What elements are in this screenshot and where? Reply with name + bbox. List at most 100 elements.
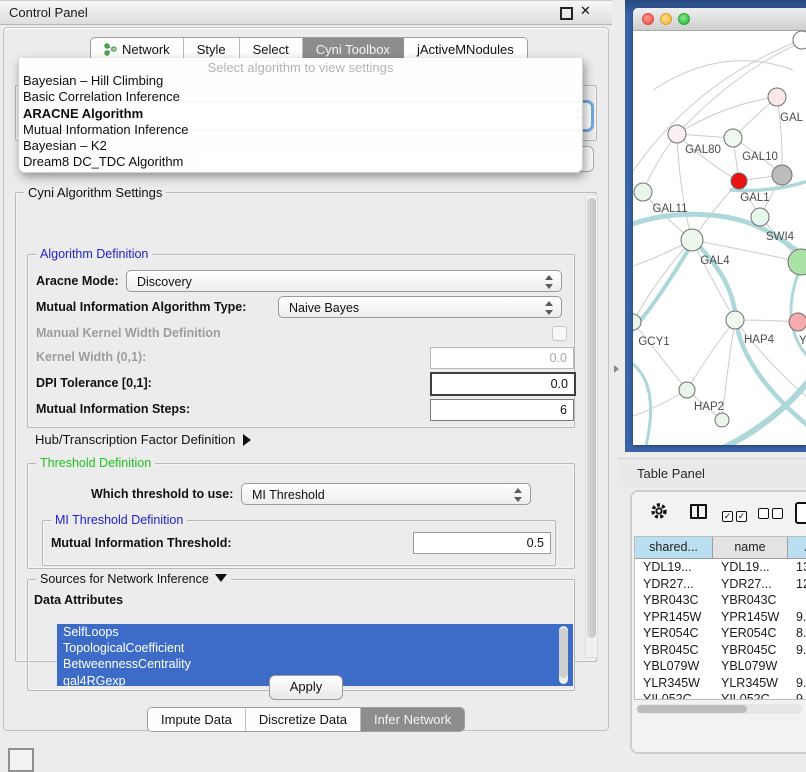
network-edge-highlighted[interactable] bbox=[633, 360, 651, 445]
manual-kernel-checkbox[interactable] bbox=[552, 326, 567, 341]
algorithm-option[interactable]: Bayesian – K2 bbox=[22, 138, 578, 154]
settings-scrollbar[interactable] bbox=[585, 194, 598, 658]
network-edge-highlighted[interactable] bbox=[633, 242, 693, 336]
mac-minimize-icon[interactable] bbox=[660, 13, 672, 25]
tab-label: Cyni Toolbox bbox=[316, 42, 390, 57]
mi-type-combobox[interactable]: Naive Bayes bbox=[278, 296, 562, 318]
table-cell: 9 bbox=[788, 691, 806, 700]
attributes-scrollbar-thumb[interactable] bbox=[559, 628, 568, 678]
mi-steps-field[interactable]: 6 bbox=[430, 399, 574, 421]
table-hscrollbar[interactable] bbox=[636, 704, 802, 714]
network-node-label: SWI4 bbox=[766, 231, 795, 243]
network-node[interactable] bbox=[788, 249, 806, 275]
aracne-mode-combobox[interactable]: Discovery bbox=[126, 270, 562, 292]
network-node-gal[interactable] bbox=[768, 88, 786, 106]
tab-discretize-data[interactable]: Discretize Data bbox=[246, 708, 361, 731]
minimized-panel-icon[interactable] bbox=[8, 748, 34, 772]
unselect-all-columns-icon[interactable] bbox=[758, 506, 786, 524]
network-node-swi4[interactable] bbox=[751, 208, 769, 226]
attribute-list-item[interactable]: BetweennessCentrality bbox=[57, 656, 573, 672]
algorithm-option[interactable]: Dream8 DC_TDC Algorithm bbox=[22, 154, 578, 170]
network-window-titlebar[interactable] bbox=[633, 8, 806, 31]
panel-divider-handle[interactable] bbox=[614, 365, 619, 373]
network-edge[interactable] bbox=[677, 97, 777, 134]
column-header[interactable]: A bbox=[788, 537, 806, 559]
apply-button[interactable]: Apply bbox=[269, 675, 343, 700]
network-node-hap4[interactable] bbox=[726, 311, 744, 329]
network-edge[interactable] bbox=[633, 390, 687, 418]
network-edge[interactable] bbox=[653, 61, 793, 90]
network-edge[interactable] bbox=[687, 320, 735, 390]
algorithm-option[interactable]: Basic Correlation Inference bbox=[22, 89, 578, 105]
attributes-scrollbar[interactable] bbox=[559, 626, 568, 684]
network-edge[interactable] bbox=[633, 322, 687, 390]
mi-threshold-definition-group: MI Threshold Definition Mutual Informati… bbox=[42, 520, 556, 566]
hub-definition-expander[interactable]: Hub/Transcription Factor Definition bbox=[35, 432, 251, 447]
mac-zoom-icon[interactable] bbox=[678, 13, 690, 25]
network-node-hap2[interactable] bbox=[679, 382, 695, 398]
mi-threshold-field[interactable]: 0.5 bbox=[413, 532, 551, 554]
network-view-frame: GALGAL80GAL10GAL1GAL11SWI4GAL4GCY1HAP4YH… bbox=[625, 0, 806, 452]
table-row[interactable]: YBL079WYBL079W bbox=[635, 658, 806, 675]
bottom-tabbar: Impute Data Discretize Data Infer Networ… bbox=[147, 707, 465, 732]
table-row[interactable]: YIL052CYIL052C9 bbox=[635, 691, 806, 700]
network-node-gal4[interactable] bbox=[681, 229, 703, 251]
column-header[interactable]: shared... bbox=[635, 537, 713, 559]
tab-jactivemnodules[interactable]: jActiveMNodules bbox=[404, 38, 527, 60]
network-node-y[interactable] bbox=[789, 313, 806, 331]
network-node-gal11[interactable] bbox=[634, 183, 652, 201]
table-row[interactable]: YDR27...YDR27...12 bbox=[635, 576, 806, 593]
dpi-tolerance-field[interactable]: 0.0 bbox=[430, 372, 576, 396]
tab-cyni-toolbox[interactable]: Cyni Toolbox bbox=[303, 38, 404, 60]
close-icon[interactable]: ✕ bbox=[580, 3, 591, 19]
select-all-columns-icon[interactable]: ✓✓ bbox=[722, 506, 750, 524]
tab-network[interactable]: Network bbox=[91, 38, 184, 60]
network-node[interactable] bbox=[715, 413, 729, 427]
cyni-algorithm-settings-group: Cyni Algorithm Settings Algorithm Defini… bbox=[15, 192, 597, 662]
network-node-gcy1[interactable] bbox=[633, 314, 641, 330]
algorithm-option[interactable]: ARACNE Algorithm bbox=[22, 106, 578, 122]
table-function-icon[interactable] bbox=[795, 502, 806, 524]
combo-arrows-icon bbox=[514, 488, 522, 502]
tab-select[interactable]: Select bbox=[240, 38, 303, 60]
table-hscrollbar-thumb[interactable] bbox=[637, 705, 747, 713]
network-node[interactable] bbox=[772, 165, 792, 185]
network-node-label: GAL1 bbox=[740, 192, 769, 204]
node-table[interactable]: shared...nameA YDL19...YDL19...13YDR27..… bbox=[634, 536, 806, 700]
tab-infer-network[interactable]: Infer Network bbox=[361, 708, 464, 731]
network-edge[interactable] bbox=[633, 240, 692, 322]
algorithm-option[interactable]: Bayesian – Hill Climbing bbox=[22, 73, 578, 89]
tab-impute-data[interactable]: Impute Data bbox=[148, 708, 246, 731]
network-canvas[interactable]: GALGAL80GAL10GAL1GAL11SWI4GAL4GCY1HAP4YH… bbox=[633, 30, 806, 445]
attribute-list-item[interactable]: TopologicalCoefficient bbox=[57, 640, 573, 656]
table-cell: YLR345W bbox=[635, 675, 713, 692]
table-row[interactable]: YBR043CYBR043C bbox=[635, 592, 806, 609]
table-row[interactable]: YBR045CYBR045C9. bbox=[635, 642, 806, 659]
table-row[interactable]: YER054CYER054C8. bbox=[635, 625, 806, 642]
network-node-gal10[interactable] bbox=[724, 129, 742, 147]
tab-label: Discretize Data bbox=[259, 712, 347, 727]
sources-group-label[interactable]: Sources for Network Inference bbox=[36, 572, 231, 586]
network-node-gal80[interactable] bbox=[668, 125, 686, 143]
column-browser-icon[interactable] bbox=[690, 504, 707, 519]
algorithm-option[interactable]: Mutual Information Inference bbox=[22, 122, 578, 138]
mac-close-icon[interactable] bbox=[642, 13, 654, 25]
network-node-gal1[interactable] bbox=[731, 173, 747, 189]
gear-icon[interactable] bbox=[650, 502, 668, 520]
table-row[interactable]: YPR145WYPR145W9. bbox=[635, 609, 806, 626]
network-edge[interactable] bbox=[692, 240, 735, 320]
network-node[interactable] bbox=[793, 31, 806, 49]
table-row[interactable]: YLR345WYLR345W9. bbox=[635, 675, 806, 692]
network-edge[interactable] bbox=[777, 97, 782, 175]
table-row[interactable]: YDL19...YDL19...13 bbox=[635, 559, 806, 576]
column-header[interactable]: name bbox=[713, 537, 788, 559]
expand-right-icon bbox=[243, 434, 251, 446]
kernel-width-field[interactable]: 0.0 bbox=[430, 347, 574, 369]
tab-style[interactable]: Style bbox=[184, 38, 240, 60]
attribute-list-item[interactable]: SelfLoops bbox=[57, 624, 573, 640]
float-window-icon[interactable] bbox=[560, 7, 573, 20]
settings-scrollbar-thumb[interactable] bbox=[587, 198, 596, 638]
network-edge[interactable] bbox=[643, 134, 677, 192]
which-threshold-combobox[interactable]: MI Threshold bbox=[241, 483, 531, 505]
network-window[interactable]: GALGAL80GAL10GAL1GAL11SWI4GAL4GCY1HAP4YH… bbox=[633, 8, 806, 445]
